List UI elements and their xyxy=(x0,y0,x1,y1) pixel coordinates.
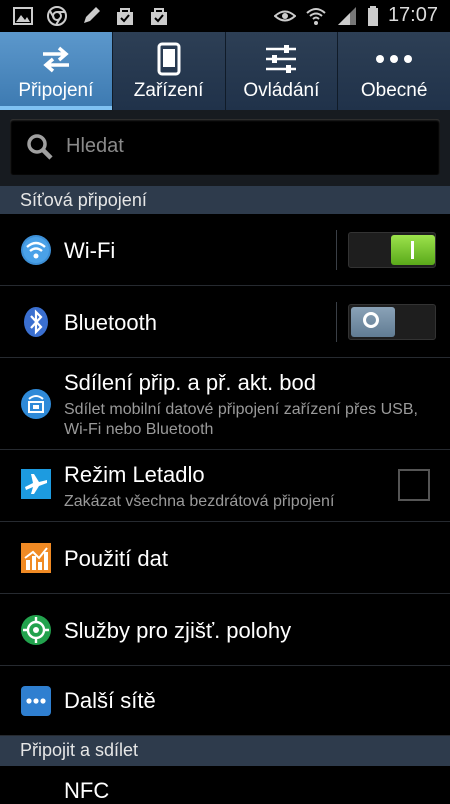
gallery-icon xyxy=(13,7,33,25)
section-header-network: Síťová připojení xyxy=(0,186,450,214)
search-input[interactable]: Hledat xyxy=(10,119,440,175)
tab-connections[interactable]: Připojení xyxy=(0,32,113,110)
shopping-bag-check-icon xyxy=(151,8,167,25)
location-target-icon xyxy=(21,615,51,645)
hotspot-icon xyxy=(21,389,51,419)
airplane-icon xyxy=(21,469,51,499)
row-title: Sdílení přip. a př. akt. bod xyxy=(64,370,316,395)
pen-icon xyxy=(84,7,100,23)
divider xyxy=(336,230,337,270)
notification-icons xyxy=(12,5,170,27)
setting-row-bluetooth[interactable]: Bluetooth xyxy=(0,286,450,358)
tab-general[interactable]: Obecné xyxy=(338,32,450,110)
search-placeholder: Hledat xyxy=(66,135,124,157)
setting-row-nfc[interactable]: NFC xyxy=(0,766,450,803)
tab-label: Obecné xyxy=(360,80,428,101)
row-title: Režim Letadlo xyxy=(64,462,205,487)
wifi-icon xyxy=(21,235,51,265)
chrome-icon xyxy=(47,6,67,26)
search-area: Hledat xyxy=(0,110,450,186)
row-title: Další sítě xyxy=(64,688,156,713)
row-title: NFC xyxy=(64,778,110,803)
setting-row-wifi[interactable]: Wi-Fi xyxy=(0,214,450,286)
tab-label: Zařízení xyxy=(133,80,204,101)
search-icon xyxy=(27,134,53,160)
tab-controls[interactable]: Ovládání xyxy=(226,32,339,110)
row-subtitle: Zakázat všechna bezdrátová připojení xyxy=(64,493,335,510)
sliders-icon xyxy=(266,45,297,73)
row-title: Služby pro zjišť. polohy xyxy=(64,618,292,643)
tab-label: Ovládání xyxy=(243,80,320,101)
toggle-knob xyxy=(391,235,435,265)
bluetooth-icon xyxy=(24,307,48,337)
tab-device[interactable]: Zařízení xyxy=(113,32,226,110)
phone-device-icon xyxy=(157,42,181,76)
divider xyxy=(336,302,337,342)
setting-row-location-services[interactable]: Služby pro zjišť. polohy xyxy=(0,594,450,666)
arrows-swap-icon xyxy=(42,46,69,73)
setting-row-tethering[interactable]: Sdílení přip. a př. akt. bod Sdílet mobi… xyxy=(0,358,450,450)
cell-signal-icon xyxy=(337,6,356,25)
row-title: Wi-Fi xyxy=(64,238,116,263)
data-usage-chart-icon xyxy=(21,543,51,573)
tab-label: Připojení xyxy=(18,80,94,101)
setting-row-more-networks[interactable]: Další sítě xyxy=(0,666,450,736)
settings-tab-bar: Připojení Zařízení Ovládání Obecné xyxy=(0,32,450,110)
airplane-mode-checkbox[interactable] xyxy=(398,469,430,501)
system-status-icons: 17:07 xyxy=(273,4,438,27)
battery-icon xyxy=(367,5,378,26)
row-title: Bluetooth xyxy=(64,310,157,335)
toggle-knob xyxy=(351,307,395,337)
section-title: Připojit a sdílet xyxy=(20,740,139,760)
status-bar: 17:07 xyxy=(0,0,450,32)
row-subtitle: Sdílet mobilní datové připojení zařízení… xyxy=(64,401,418,438)
bluetooth-toggle[interactable] xyxy=(348,304,436,340)
more-dots-icon xyxy=(376,55,413,63)
setting-row-airplane-mode[interactable]: Režim Letadlo Zakázat všechna bezdrátová… xyxy=(0,450,450,522)
row-title: Použití dat xyxy=(64,546,168,571)
clock: 17:07 xyxy=(387,4,438,26)
wifi-toggle[interactable] xyxy=(348,232,436,268)
shopping-bag-icon xyxy=(117,8,133,25)
setting-row-data-usage[interactable]: Použití dat xyxy=(0,522,450,594)
eye-icon xyxy=(273,10,296,21)
more-networks-icon xyxy=(21,686,51,716)
section-header-connect-share: Připojit a sdílet xyxy=(0,736,450,766)
wifi-signal-icon xyxy=(306,7,326,25)
section-title: Síťová připojení xyxy=(20,190,147,210)
